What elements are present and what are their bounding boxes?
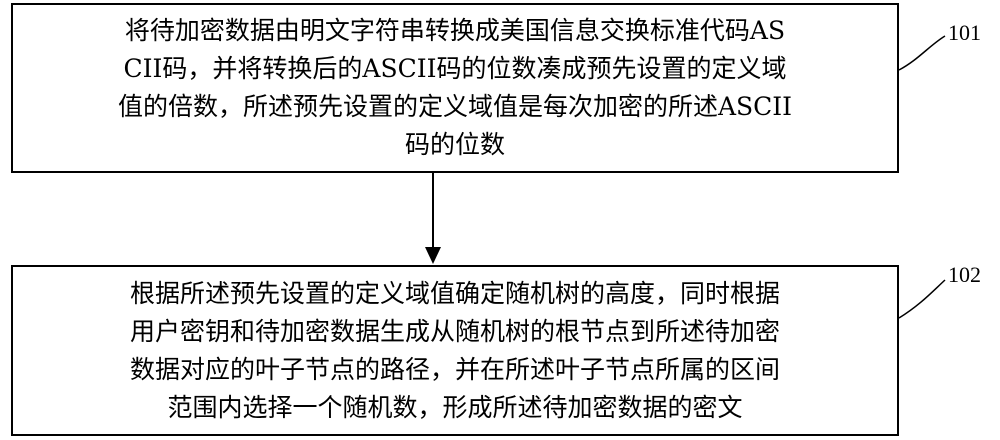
step-box-101: 将待加密数据由明文字符串转换成美国信息交换标准代码AS CII码，并将转换后的A… bbox=[11, 3, 899, 173]
flow-arrowhead bbox=[425, 247, 441, 264]
step-box-102: 根据所述预先设置的定义域值确定随机树的高度，同时根据 用户密钥和待加密数据生成从… bbox=[11, 265, 899, 436]
leader-line-101 bbox=[898, 35, 946, 71]
step-text-101: 将待加密数据由明文字符串转换成美国信息交换标准代码AS CII码，并将转换后的A… bbox=[117, 16, 793, 159]
step-label-101: 101 bbox=[948, 20, 981, 45]
step-text-102: 根据所述预先设置的定义域值确定随机树的高度，同时根据 用户密钥和待加密数据生成从… bbox=[129, 278, 780, 422]
step-label-102: 102 bbox=[948, 262, 981, 287]
leader-line-102 bbox=[898, 279, 946, 319]
